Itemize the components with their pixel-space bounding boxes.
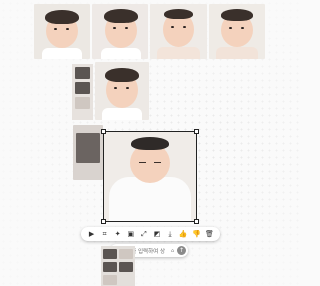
monochrome-baby-photo[interactable] xyxy=(73,125,103,180)
remove-background-icon[interactable]: ◩ xyxy=(153,230,162,239)
baby-photo-4[interactable] xyxy=(209,4,265,59)
baby-photo-1-figure xyxy=(34,4,90,59)
thumbnail-strip-2[interactable] xyxy=(101,246,135,286)
home-icon[interactable]: ⌂ xyxy=(171,248,174,254)
baby-photo-3[interactable] xyxy=(150,4,207,59)
thumbnail-strip-1[interactable] xyxy=(72,64,93,120)
dislike-icon[interactable]: 👎 xyxy=(192,230,201,239)
selection-frame xyxy=(101,129,199,224)
thumbnail xyxy=(103,275,117,285)
crop-icon[interactable]: ⌗ xyxy=(100,230,109,239)
baby-photo-1[interactable] xyxy=(34,4,90,59)
baby-photo-2[interactable] xyxy=(92,4,148,59)
magic-wand-icon[interactable]: ✦ xyxy=(113,230,122,239)
baby-photo-3-figure xyxy=(150,4,207,59)
baby-photo-5[interactable] xyxy=(95,62,149,120)
thumbnail xyxy=(119,262,133,272)
resize-handle-top-left[interactable] xyxy=(101,129,106,134)
like-icon[interactable]: 👍 xyxy=(179,230,188,239)
send-button[interactable]: ↑ xyxy=(177,246,186,255)
resize-handle-top-right[interactable] xyxy=(194,129,199,134)
image-toolbar: ▶ ⌗ ✦ ▣ ⤢ ◩ ⤓ 👍 👎 🗑 xyxy=(81,227,220,241)
thumbnail xyxy=(119,249,133,259)
thumbnail xyxy=(75,67,90,79)
thumbnail xyxy=(103,262,117,272)
expand-icon[interactable]: ⤢ xyxy=(139,230,148,239)
baby-photo-2-figure xyxy=(92,4,148,59)
resize-handle-bottom-left[interactable] xyxy=(101,219,106,224)
thumbnail xyxy=(103,249,117,259)
monochrome-baby-figure xyxy=(76,133,100,163)
thumbnail xyxy=(75,97,90,109)
resize-handle-bottom-right[interactable] xyxy=(194,219,199,224)
baby-photo-4-figure xyxy=(209,4,265,59)
delete-icon[interactable]: 🗑 xyxy=(205,230,214,239)
thumbnail xyxy=(75,82,90,94)
baby-photo-5-figure xyxy=(95,62,149,120)
download-icon[interactable]: ⤓ xyxy=(166,230,175,239)
edit-image-icon[interactable]: ▣ xyxy=(126,230,135,239)
select-cursor-icon[interactable]: ▶ xyxy=(87,230,96,239)
